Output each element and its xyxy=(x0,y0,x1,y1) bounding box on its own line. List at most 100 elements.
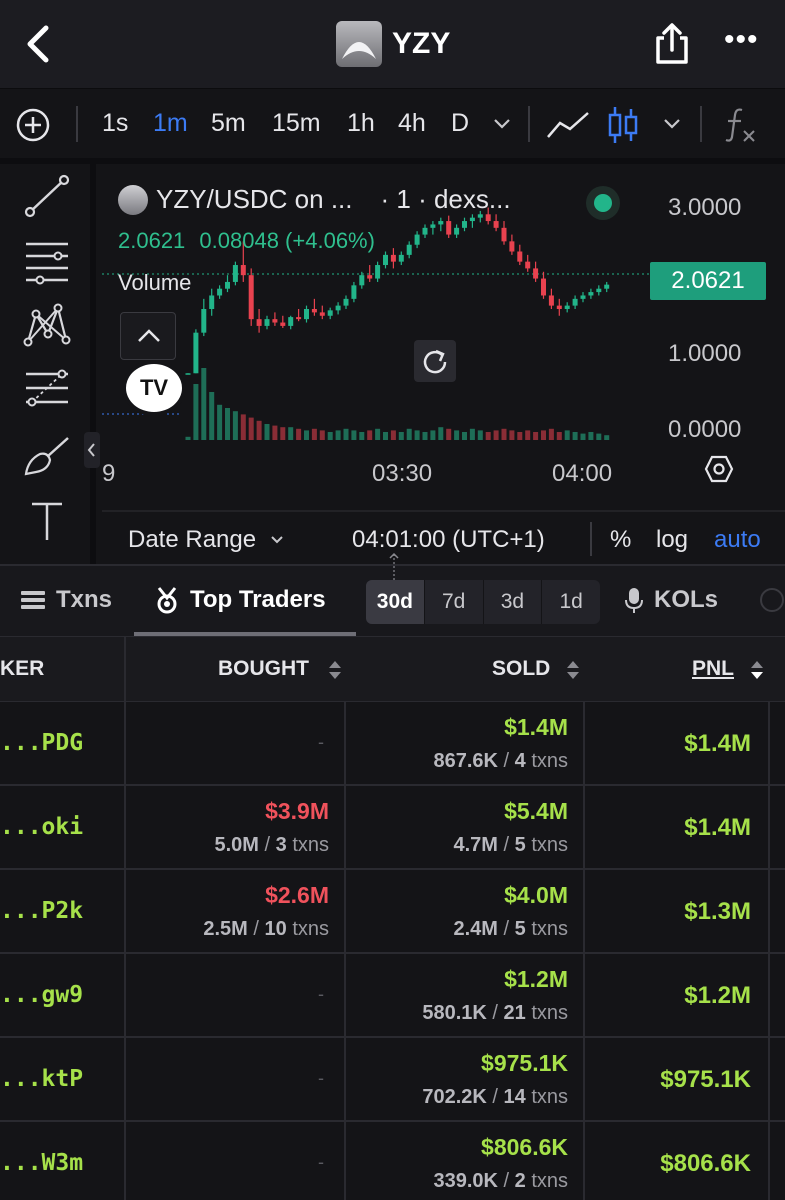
back-arrow-icon[interactable] xyxy=(18,22,58,66)
log-scale-toggle[interactable]: log xyxy=(656,526,688,554)
header-maker[interactable]: KER xyxy=(0,657,44,681)
table-row[interactable]: ...ktP - $975.1K 702.2K / 14 txns $975.1K xyxy=(0,1038,785,1122)
candle-body xyxy=(533,268,539,279)
add-indicator-icon[interactable] xyxy=(15,107,51,143)
volume-bar xyxy=(351,430,357,440)
token-title-group[interactable]: YZY xyxy=(336,20,450,68)
sort-icon[interactable] xyxy=(566,659,580,681)
candle-body xyxy=(422,227,428,235)
volume-bar xyxy=(556,432,562,440)
pair-source: · 1 · dexs... xyxy=(380,184,511,214)
txns-label: txns xyxy=(531,750,568,772)
trend-line-icon[interactable] xyxy=(18,170,76,224)
trader-address[interactable]: ...PDG xyxy=(0,730,83,756)
more-tabs-icon[interactable] xyxy=(760,588,784,612)
header-sold[interactable]: SOLD xyxy=(492,657,550,681)
more-options-icon[interactable]: ••• xyxy=(724,25,764,58)
header-bought[interactable]: BOUGHT xyxy=(218,657,309,681)
pnl-value: $1.4M xyxy=(684,814,751,841)
sold-tokens: 4.7M xyxy=(453,834,498,856)
header-pnl[interactable]: PNL xyxy=(692,657,734,681)
pattern-tool-icon[interactable] xyxy=(18,300,76,354)
price-chart[interactable]: YZY/USDC on ... · 1 · dexs... 2.0621 0.0… xyxy=(102,164,785,504)
timeframe-5m[interactable]: 5m xyxy=(211,109,246,138)
table-row[interactable]: ...W3m - $806.6K 339.0K / 2 txns $806.6K xyxy=(0,1122,785,1200)
auto-scale-toggle[interactable]: auto xyxy=(714,526,761,554)
chevron-down-icon[interactable] xyxy=(662,115,682,133)
trader-address[interactable]: ...W3m xyxy=(0,1150,83,1176)
trader-address[interactable]: ...P2k xyxy=(0,898,83,924)
table-row[interactable]: ...P2k $2.6M 2.5M / 10 txns $4.0M 2.4M / 5 t… xyxy=(0,870,785,954)
fib-retracement-icon[interactable] xyxy=(18,364,76,418)
line-chart-icon[interactable] xyxy=(546,109,590,141)
footer-divider xyxy=(590,522,592,556)
table-row[interactable]: ...oki $3.9M 5.0M / 3 txns $5.4M 4.7M / 5 tx… xyxy=(0,786,785,870)
candle-body xyxy=(240,265,246,276)
trader-address[interactable]: ...oki xyxy=(0,814,83,840)
reset-chart-button[interactable] xyxy=(414,340,456,382)
sold-txns: 2 xyxy=(514,1170,526,1192)
share-icon[interactable] xyxy=(652,22,692,66)
candle-body xyxy=(351,285,357,299)
collapse-toolbar-button[interactable] xyxy=(84,432,100,468)
chart-legend-title: YZY/USDC on ... · 1 · dexs... xyxy=(118,184,511,215)
candle-body xyxy=(225,281,230,289)
timeframe-1m[interactable]: 1m xyxy=(153,109,188,138)
candlestick-chart-icon[interactable] xyxy=(606,105,640,145)
sort-desc-icon[interactable] xyxy=(750,659,764,681)
column-divider xyxy=(124,637,126,703)
expand-legend-button[interactable] xyxy=(120,312,176,360)
timeframe-d[interactable]: D xyxy=(451,109,469,138)
volume-bar xyxy=(406,428,412,440)
bought-empty: - xyxy=(318,984,324,1004)
timeframe-1s[interactable]: 1s xyxy=(102,109,128,138)
tab-kols[interactable]: KOLs xyxy=(624,586,718,614)
timeframe-1h[interactable]: 1h xyxy=(347,109,375,138)
volume-bar xyxy=(541,430,546,440)
candle-body xyxy=(343,298,349,306)
date-range-dropdown[interactable]: Date Range xyxy=(128,526,285,554)
tab-txns[interactable]: Txns xyxy=(20,586,112,614)
tradingview-logo[interactable]: TV xyxy=(122,360,186,416)
candle-body xyxy=(509,241,515,252)
sold-txns: 21 xyxy=(503,1002,526,1024)
trader-address[interactable]: ...ktP xyxy=(0,1066,83,1092)
candle-body xyxy=(209,295,215,309)
period-30d[interactable]: 30d xyxy=(366,580,425,624)
column-divider xyxy=(768,954,770,1038)
table-row[interactable]: ...gw9 - $1.2M 580.1K / 21 txns $1.2M xyxy=(0,954,785,1038)
table-row[interactable]: ...PDG - $1.4M 867.6K / 4 txns $1.4M xyxy=(0,702,785,786)
sort-icon[interactable] xyxy=(328,659,342,681)
timeframe-15m[interactable]: 15m xyxy=(272,109,321,138)
chevron-down-icon[interactable] xyxy=(492,115,512,133)
token-logo-icon xyxy=(118,184,148,215)
volume-bar xyxy=(517,432,523,440)
tab-kols-label: KOLs xyxy=(654,586,719,613)
candle-body xyxy=(430,224,436,228)
trader-address[interactable]: ...gw9 xyxy=(0,982,83,1008)
bought-tokens: 2.5M xyxy=(203,918,248,940)
sold-detail: 580.1K / 21 txns xyxy=(422,1002,568,1024)
horizontal-lines-icon[interactable] xyxy=(18,236,76,290)
volume-bar xyxy=(414,430,420,440)
volume-bar xyxy=(462,432,467,440)
period-3d[interactable]: 3d xyxy=(484,580,543,624)
column-divider xyxy=(124,1122,126,1200)
period-1d[interactable]: 1d xyxy=(542,580,600,624)
percent-scale-toggle[interactable]: % xyxy=(610,526,631,554)
time-zone-display[interactable]: 04:01:00 (UTC+1) xyxy=(352,526,545,554)
column-divider xyxy=(124,870,126,954)
timeframe-4h[interactable]: 4h xyxy=(398,109,426,138)
column-divider xyxy=(583,1038,585,1122)
function-indicator-icon[interactable] xyxy=(724,107,758,143)
tab-top-traders[interactable]: Top Traders xyxy=(154,586,326,614)
volume-bar xyxy=(296,428,302,440)
refresh-icon xyxy=(423,349,447,374)
period-7d[interactable]: 7d xyxy=(425,580,484,624)
candle-body xyxy=(248,275,254,320)
chart-settings-icon[interactable] xyxy=(704,454,734,484)
sold-usd: $1.2M xyxy=(504,966,568,992)
brush-icon[interactable] xyxy=(18,430,76,484)
volume-bar xyxy=(232,411,238,440)
text-tool-icon[interactable] xyxy=(18,494,76,548)
